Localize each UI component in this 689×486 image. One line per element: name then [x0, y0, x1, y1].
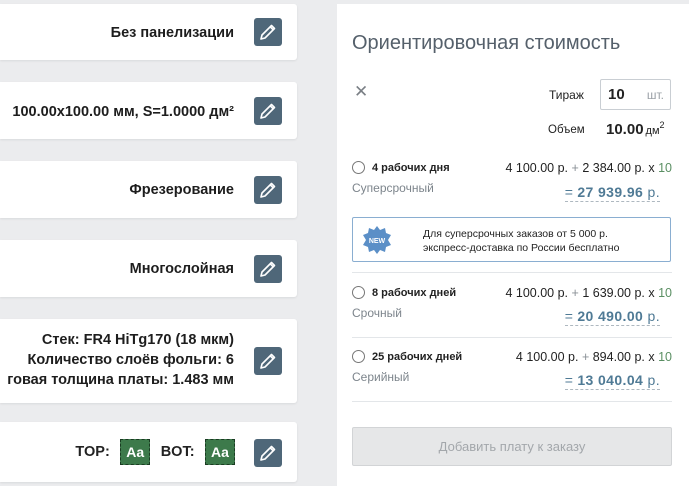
layers-value: Многослойная	[129, 261, 234, 277]
new-badge-icon: NEW	[363, 226, 391, 254]
quantity-label: Тираж	[549, 88, 584, 102]
edit-stackup-button[interactable]	[254, 347, 282, 375]
option-days: 25 рабочих дней	[372, 351, 463, 363]
soldermask-row: TOP: Aa BOT: Aa	[75, 439, 235, 465]
divider	[352, 272, 672, 273]
option-urgent[interactable]: 8 рабочих дней 4 100.00 р. + 1 639.00 р.…	[352, 283, 672, 328]
stackup-line-3: говая толщина платы: 1.483 мм	[7, 372, 234, 388]
milling-value: Фрезерование	[129, 182, 234, 198]
pencil-icon	[260, 103, 276, 119]
option-total: = 20 490.00 р.	[564, 308, 660, 326]
promo-text: Для суперсрочных заказов от 5 000 р. экс…	[423, 228, 620, 254]
option-radio[interactable]	[352, 286, 365, 299]
option-calc: 4 100.00 р. + 1 639.00 р. x 10	[505, 286, 672, 300]
quantity-input[interactable]	[601, 80, 641, 109]
pencil-icon	[260, 445, 276, 461]
divider	[352, 401, 672, 402]
option-total: = 13 040.04 р.	[564, 372, 660, 390]
milling-card: Фрезерование	[0, 161, 297, 218]
option-radio[interactable]	[352, 350, 365, 363]
option-serial[interactable]: 25 рабочих дней 4 100.00 р. + 894.00 р. …	[352, 347, 672, 392]
option-total: = 27 939.96 р.	[564, 184, 660, 202]
option-category: Срочный	[352, 306, 402, 320]
option-days: 4 рабочих дня	[372, 162, 450, 174]
edit-size-button[interactable]	[254, 97, 282, 125]
panel-title: Ориентировочная стоимость	[352, 32, 621, 54]
option-category: Серийный	[352, 370, 410, 384]
cost-panel: Ориентировочная стоимость ✕ Тираж шт. Об…	[337, 4, 689, 486]
volume-label: Объем	[548, 124, 585, 136]
stackup-line-2: Количество слоёв фольги: 6	[27, 352, 234, 368]
divider	[352, 337, 672, 338]
volume-value: 10.00 дм2	[606, 120, 665, 138]
stackup-card: Стек: FR4 HiTg170 (18 мкм) Количество сл…	[0, 319, 297, 403]
layers-card: Многослойная	[0, 240, 297, 297]
mask-top-swatch: Aa	[120, 439, 151, 465]
add-board-to-order-button[interactable]: Добавить плату к заказу	[352, 427, 672, 466]
board-size-value: 100.00x100.00 мм, S=1.0000 дм²	[12, 104, 234, 120]
option-category: Суперсрочный	[352, 181, 434, 195]
close-icon[interactable]: ✕	[354, 82, 368, 102]
edit-soldermask-button[interactable]	[254, 439, 282, 467]
edit-layers-button[interactable]	[254, 255, 282, 283]
promo-banner: NEW Для суперсрочных заказов от 5 000 р.…	[352, 217, 671, 262]
panelization-card: Без панелизации	[0, 4, 297, 60]
option-calc: 4 100.00 р. + 894.00 р. x 10	[515, 350, 672, 364]
svg-text:NEW: NEW	[369, 238, 386, 245]
edit-milling-button[interactable]	[254, 176, 282, 204]
option-days: 8 рабочих дней	[372, 287, 457, 299]
pencil-icon	[260, 261, 276, 277]
option-radio[interactable]	[352, 161, 365, 174]
pencil-icon	[260, 24, 276, 40]
soldermask-card: TOP: Aa BOT: Aa	[0, 422, 297, 482]
quantity-unit: шт.	[646, 88, 664, 102]
option-calc: 4 100.00 р. + 2 384.00 р. x 10	[505, 161, 672, 175]
pencil-icon	[260, 182, 276, 198]
panelization-value: Без панелизации	[110, 25, 234, 41]
edit-panelization-button[interactable]	[254, 18, 282, 46]
mask-top-label: TOP:	[75, 444, 110, 460]
mask-bot-label: BOT:	[160, 444, 195, 460]
stackup-line-1: Стек: FR4 HiTg170 (18 мкм)	[41, 332, 234, 348]
quantity-field[interactable]: шт.	[600, 79, 671, 110]
board-size-card: 100.00x100.00 мм, S=1.0000 дм²	[0, 82, 297, 139]
option-superurgent[interactable]: 4 рабочих дня 4 100.00 р. + 2 384.00 р. …	[352, 158, 672, 203]
mask-bot-swatch: Aa	[205, 439, 235, 465]
pencil-icon	[260, 353, 276, 369]
